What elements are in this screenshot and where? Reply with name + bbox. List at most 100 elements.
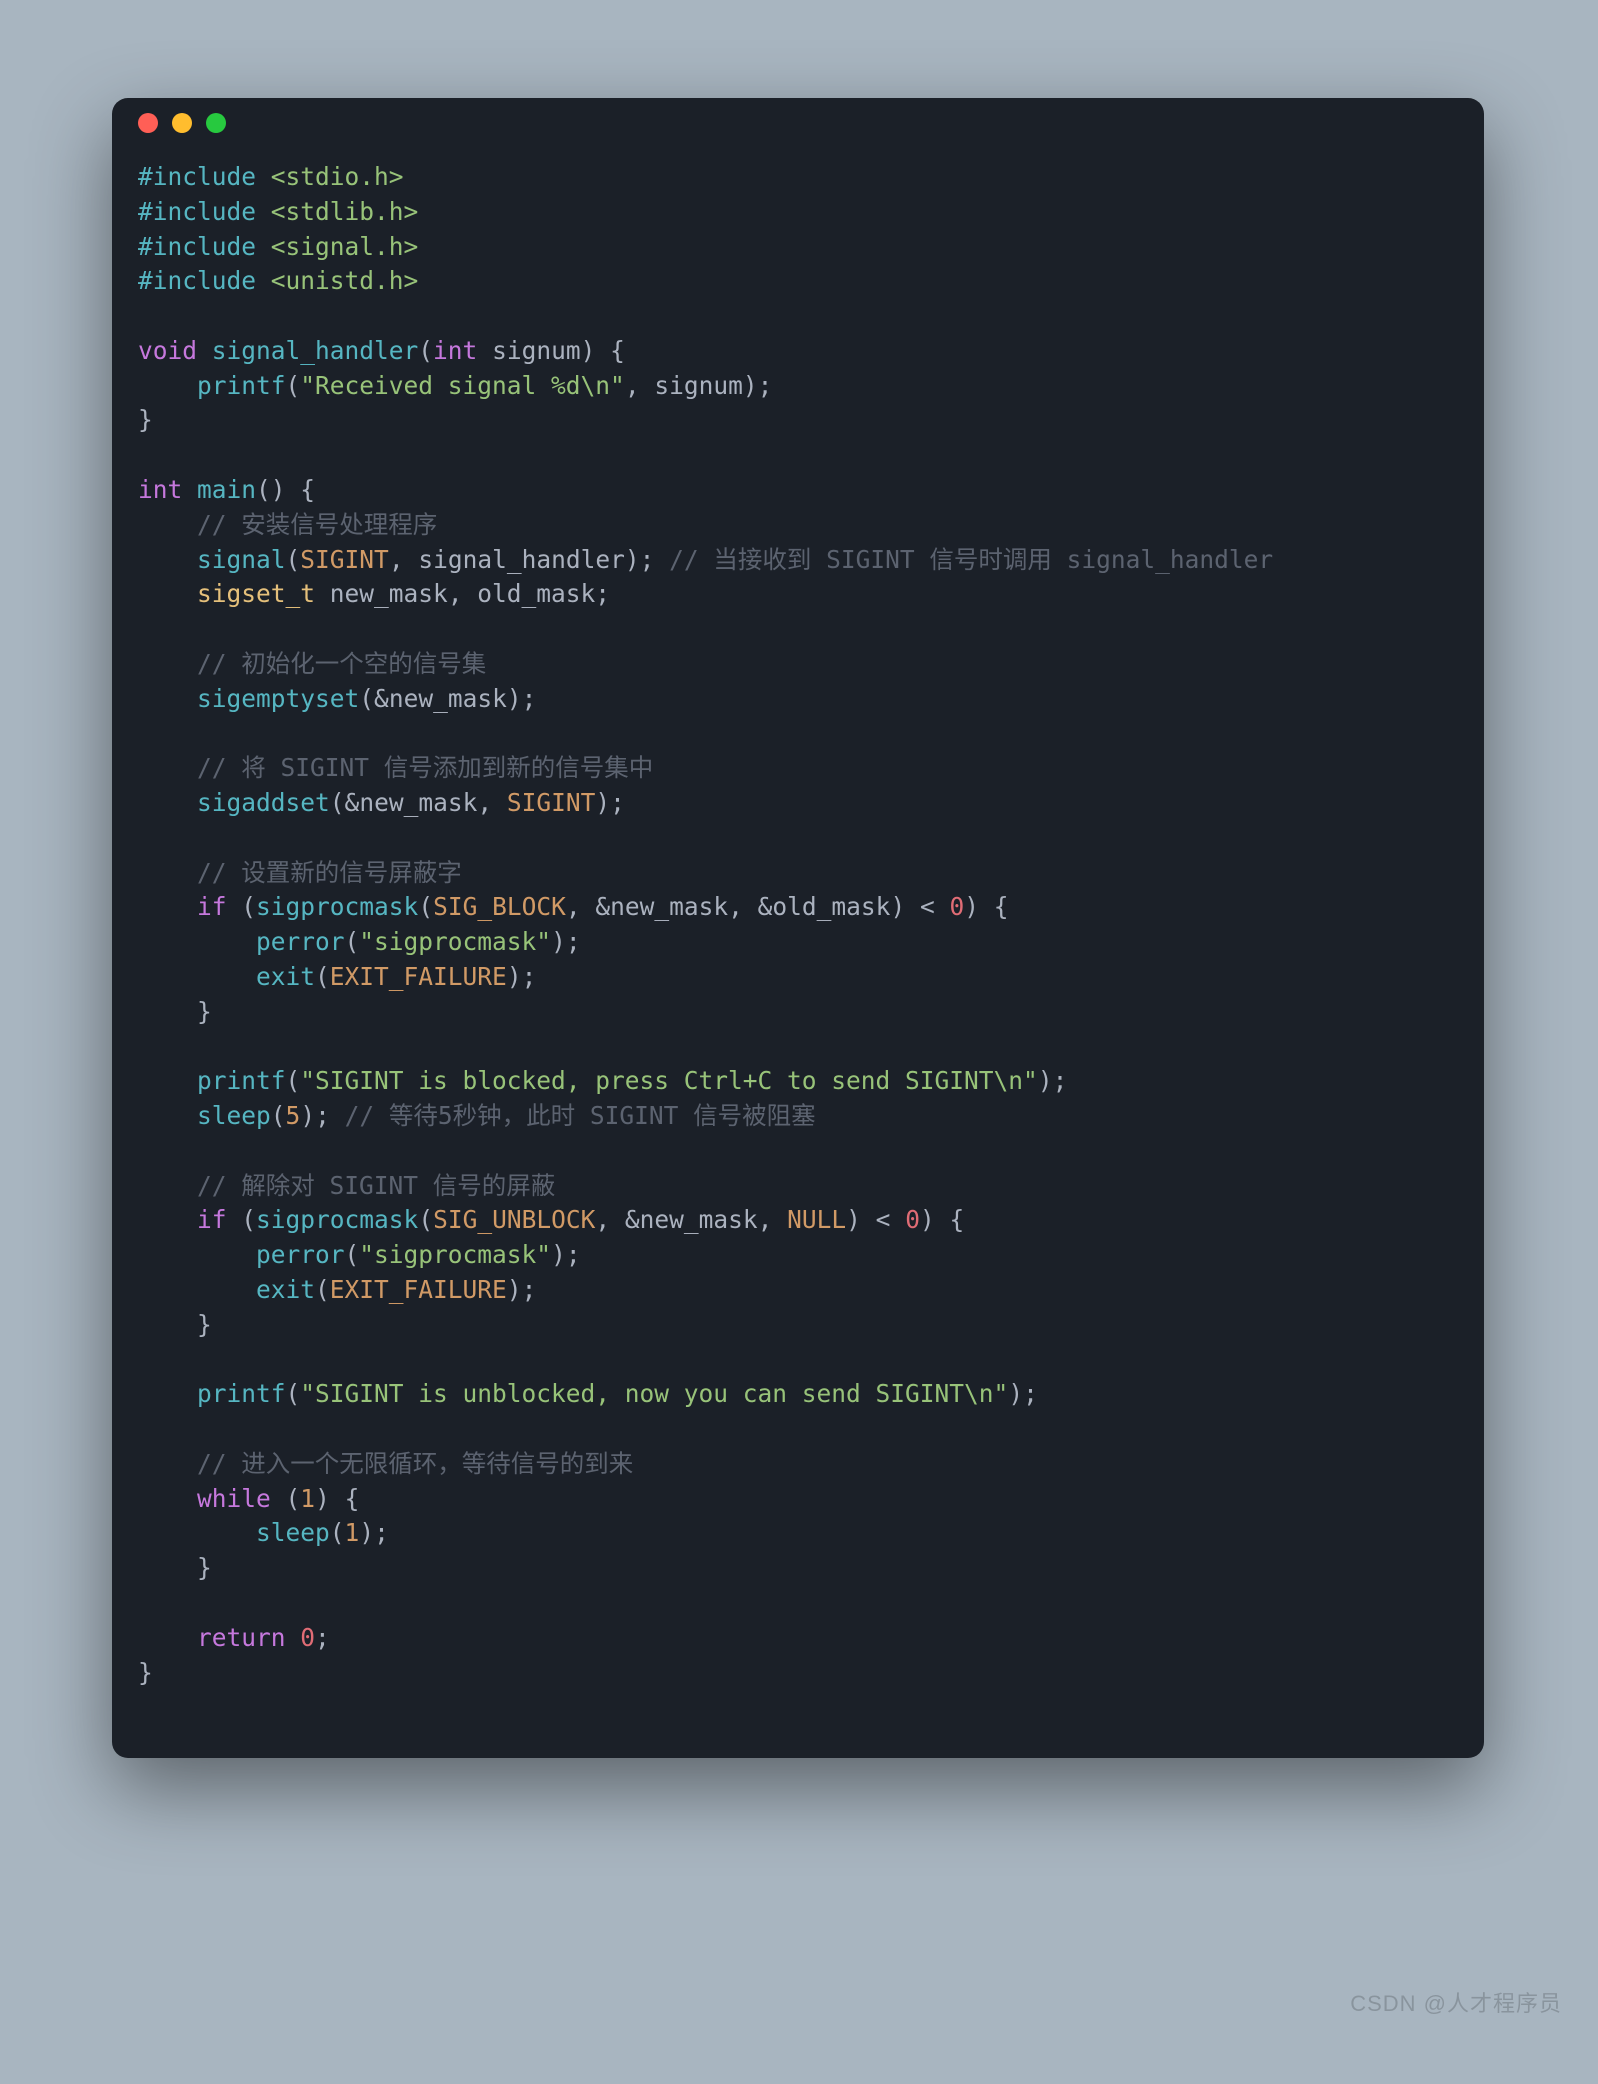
const-exit-failure: EXIT_FAILURE	[330, 962, 507, 991]
fn-printf: printf	[197, 1379, 286, 1408]
paren-brace: ) {	[315, 1484, 359, 1513]
comment: // 设置新的信号屏蔽字	[197, 858, 462, 887]
indent	[138, 510, 197, 539]
const-sigint: SIGINT	[507, 788, 596, 817]
comment: // 当接收到 SIGINT 信号时调用 signal_handler	[669, 545, 1273, 574]
paren-semi: );	[551, 927, 581, 956]
zoom-icon[interactable]	[206, 113, 226, 133]
const-sigint: SIGINT	[300, 545, 389, 574]
indent	[138, 927, 256, 956]
paren: (	[286, 1066, 301, 1095]
fn-exit: exit	[256, 962, 315, 991]
comma: ,	[728, 892, 758, 921]
comma: ,	[566, 892, 596, 921]
indent	[138, 371, 197, 400]
var-decl: new_mask, old_mask;	[315, 579, 610, 608]
minimize-icon[interactable]	[172, 113, 192, 133]
ident: signal_handler	[418, 545, 625, 574]
indent	[138, 1240, 256, 1269]
paren-brace: ) {	[581, 336, 625, 365]
paren: (	[241, 1205, 256, 1234]
paren: (	[286, 1379, 301, 1408]
paren-semi: );	[1008, 1379, 1038, 1408]
amp: &	[374, 684, 389, 713]
brace-close: }	[138, 405, 153, 434]
indent	[138, 788, 197, 817]
preproc-directive: #include	[138, 162, 256, 191]
kw-void: void	[138, 336, 197, 365]
indent	[138, 858, 197, 887]
preproc-directive: #include	[138, 266, 256, 295]
paren-semi: );	[1038, 1066, 1068, 1095]
fn-main: main	[182, 475, 256, 504]
paren: (	[418, 336, 433, 365]
indent	[138, 1484, 197, 1513]
brace-close: }	[138, 1658, 153, 1687]
num-zero: 0	[905, 1205, 920, 1234]
indent	[138, 649, 197, 678]
indent	[138, 1310, 197, 1339]
paren-semi: );	[507, 1275, 537, 1304]
paren: (	[271, 1101, 286, 1130]
indent	[138, 1553, 197, 1582]
kw-while: while	[197, 1484, 286, 1513]
window-titlebar	[112, 98, 1484, 148]
fn-signal: signal	[197, 545, 286, 574]
fn-printf: printf	[197, 371, 286, 400]
preproc-directive: #include	[138, 197, 256, 226]
indent	[138, 997, 197, 1026]
comment: // 初始化一个空的信号集	[197, 649, 486, 678]
kw-int: int	[433, 336, 477, 365]
comment: // 安装信号处理程序	[197, 510, 437, 539]
ident: new_mask	[640, 1205, 758, 1234]
code-window: #include <stdio.h> #include <stdlib.h> #…	[112, 98, 1484, 1758]
const-exit-failure: EXIT_FAILURE	[330, 1275, 507, 1304]
paren: (	[286, 545, 301, 574]
include-path: <stdio.h>	[256, 162, 404, 191]
kw-return: return	[197, 1623, 300, 1652]
amp: &	[625, 1205, 640, 1234]
brace-close: }	[197, 997, 212, 1026]
fn-perror: perror	[256, 1240, 345, 1269]
num-1: 1	[300, 1484, 315, 1513]
paren-semi: );	[595, 788, 625, 817]
comma: ,	[389, 545, 419, 574]
comment: // 将 SIGINT 信号添加到新的信号集中	[197, 753, 653, 782]
comment: // 解除对 SIGINT 信号的屏蔽	[197, 1171, 555, 1200]
fn-sigemptyset: sigemptyset	[197, 684, 359, 713]
brace-close: }	[197, 1553, 212, 1582]
paren-brace: ) {	[964, 892, 1008, 921]
paren-semi: );	[300, 1101, 344, 1130]
paren-brace: ) {	[920, 1205, 964, 1234]
paren: (	[359, 684, 374, 713]
num-5: 5	[286, 1101, 301, 1130]
close-icon[interactable]	[138, 113, 158, 133]
ident: old_mask	[772, 892, 890, 921]
paren-semi: );	[507, 962, 537, 991]
comma: ,	[625, 371, 655, 400]
indent	[138, 1623, 197, 1652]
indent	[138, 753, 197, 782]
paren-semi: );	[507, 684, 537, 713]
kw-int: int	[138, 475, 182, 504]
string-literal: "Received signal %d\n"	[300, 371, 625, 400]
paren: (	[315, 962, 330, 991]
num-zero: 0	[949, 892, 964, 921]
indent	[138, 1449, 197, 1478]
indent	[138, 1518, 256, 1547]
type-sigset: sigset_t	[197, 579, 315, 608]
string-literal: "SIGINT is blocked, press Ctrl+C to send…	[300, 1066, 1038, 1095]
indent	[138, 1066, 197, 1095]
paren: (	[345, 1240, 360, 1269]
indent	[138, 1101, 197, 1130]
include-path: <stdlib.h>	[256, 197, 418, 226]
watermark-text: CSDN @人才程序员	[1350, 1986, 1562, 2018]
comma: ,	[758, 1205, 788, 1234]
paren: (	[286, 1484, 301, 1513]
fn-signal-handler: signal_handler	[197, 336, 418, 365]
paren: (	[418, 1205, 433, 1234]
comment: // 等待5秒钟，此时 SIGINT 信号被阻塞	[345, 1101, 816, 1130]
indent	[138, 962, 256, 991]
paren-brace: () {	[256, 475, 315, 504]
include-path: <unistd.h>	[256, 266, 418, 295]
